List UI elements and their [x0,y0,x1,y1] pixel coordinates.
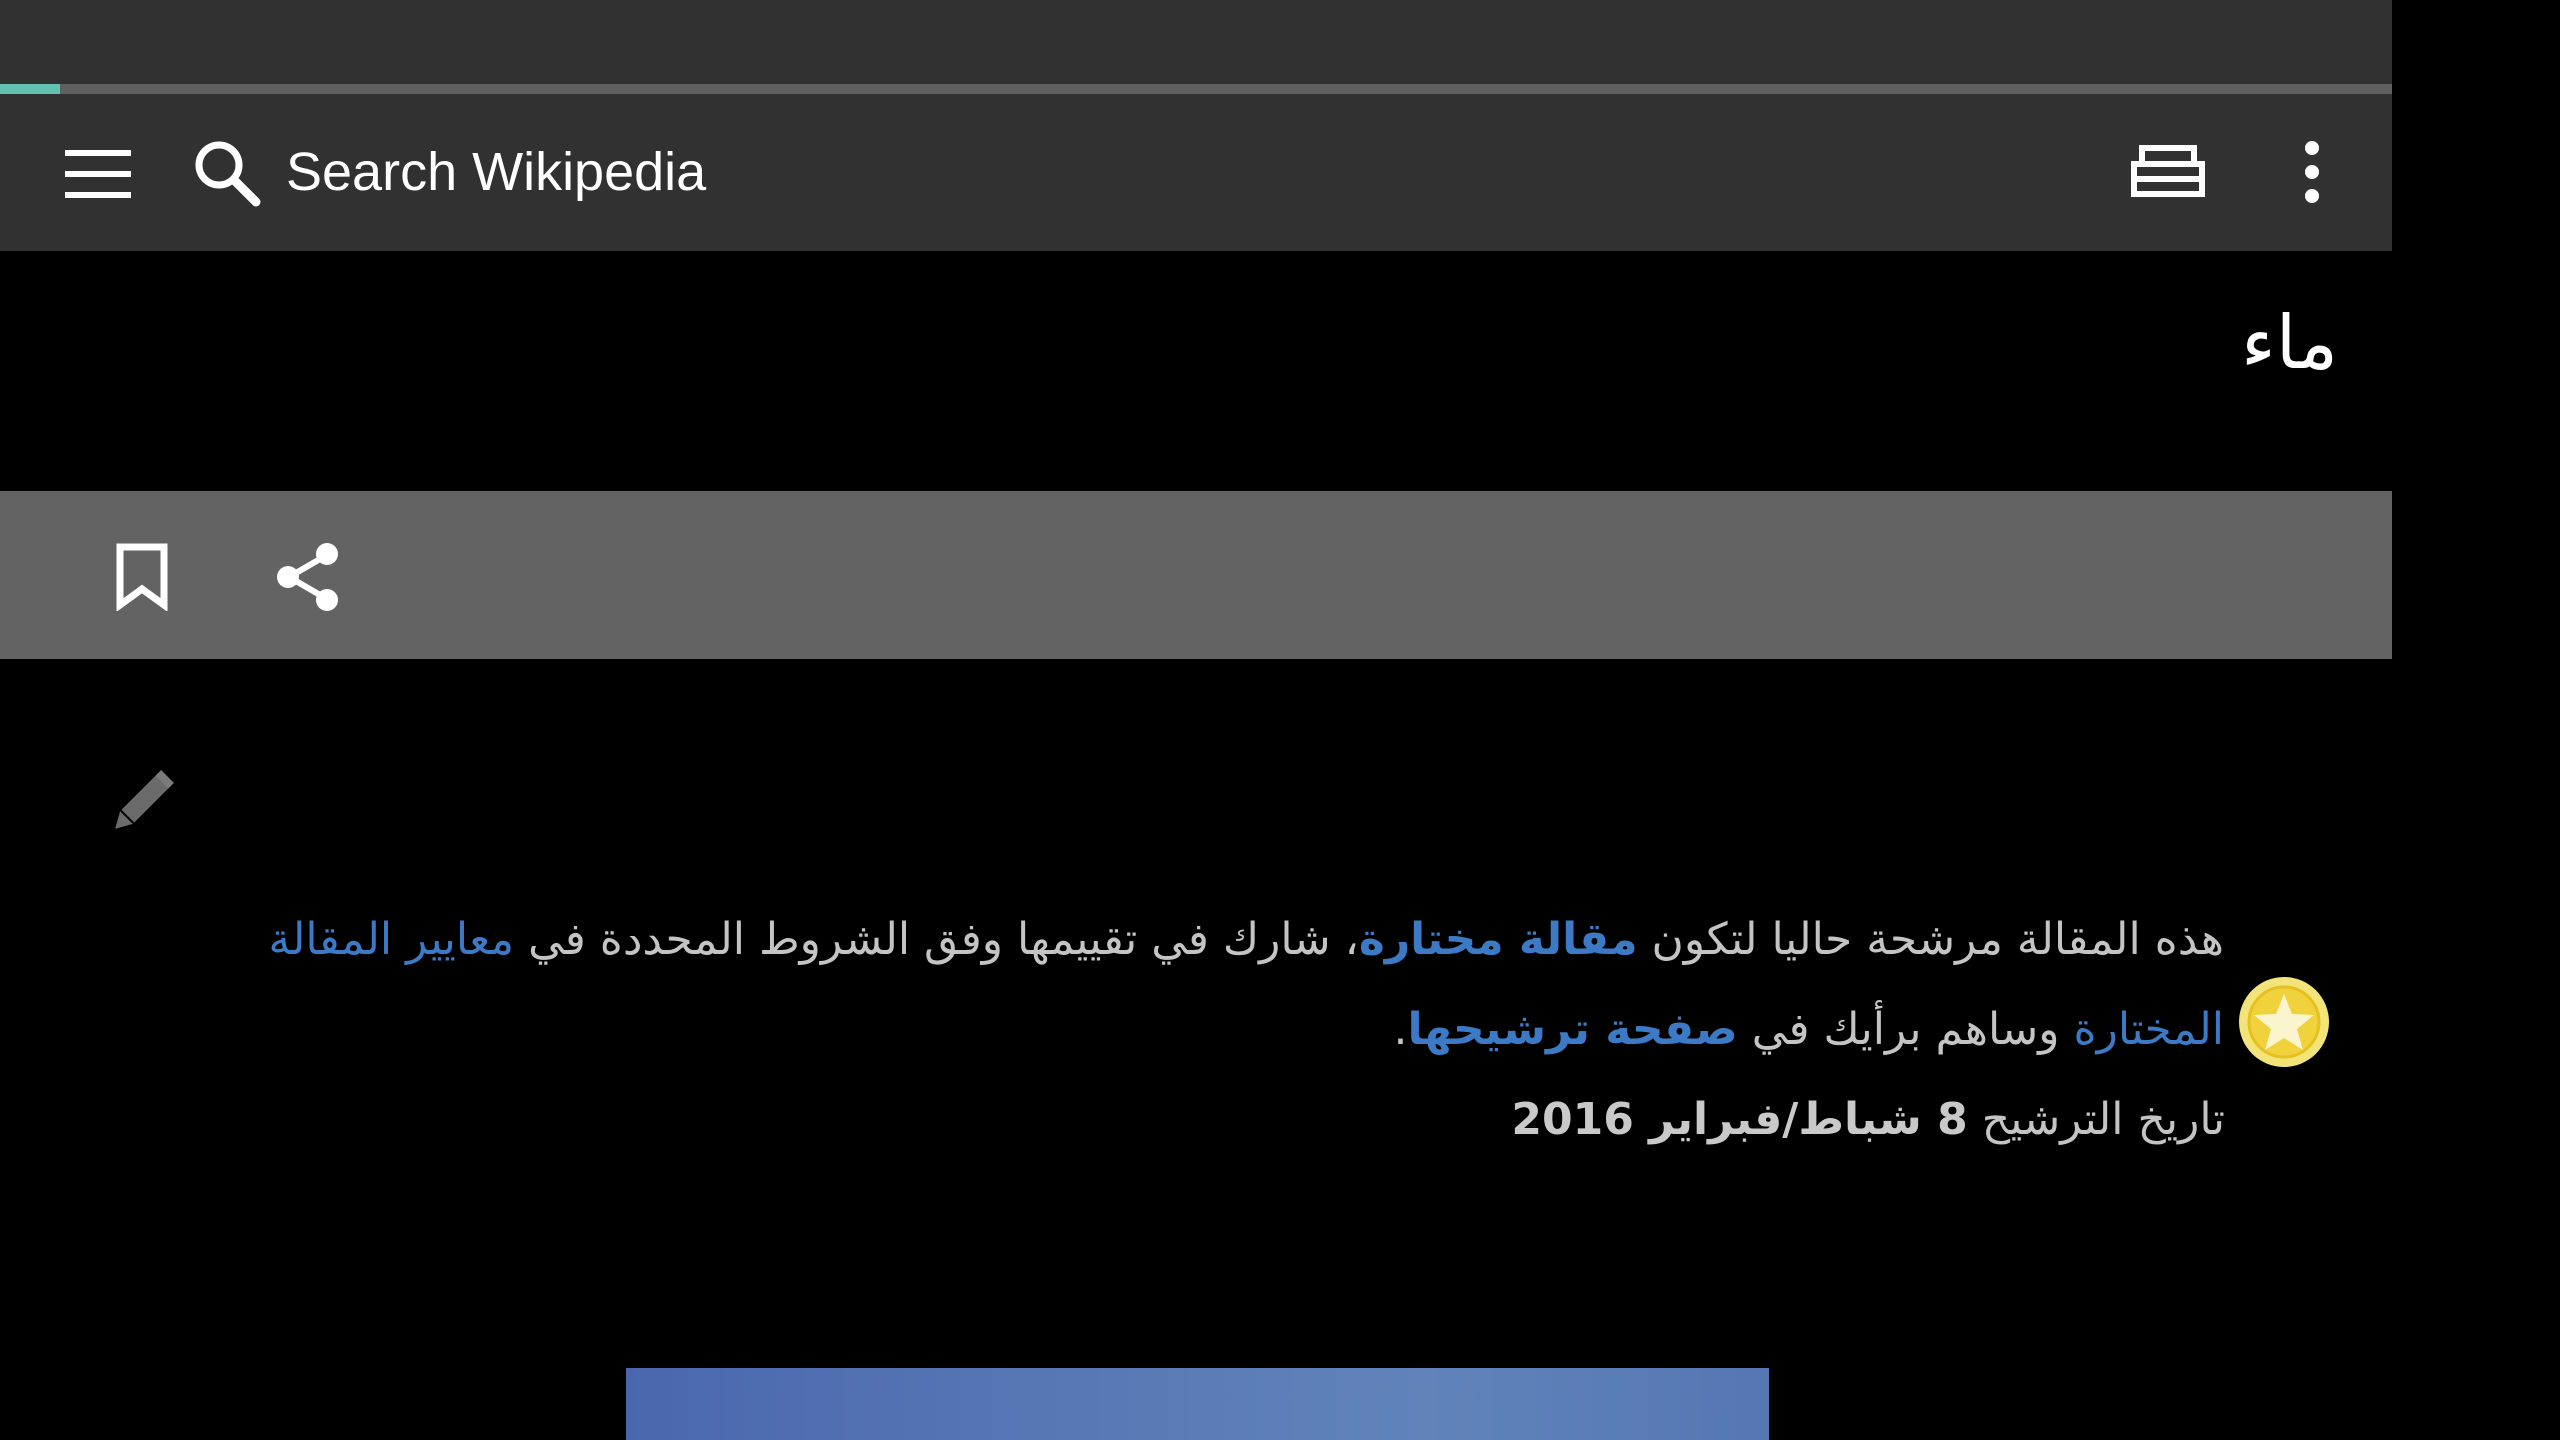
screen-edge [2392,0,2560,1440]
save-article-button[interactable] [92,527,192,627]
featured-article-link[interactable]: مقالة مختارة [1359,914,1638,965]
nomination-date: تاريخ الترشيح 8 شباط/فبراير 2016 [1511,1075,2225,1165]
share-icon [277,543,338,611]
top-toolbar: Search Wikipedia [0,94,2392,251]
navigation-menu-button[interactable] [48,134,148,214]
wikipedia-app: Search Wikipedia ماء هذه المقالة مرشحة ح… [0,0,2392,1440]
notice-text-4: . [1393,1004,1408,1055]
search-input[interactable]: Search Wikipedia [190,122,1190,222]
tabs-icon [2131,145,2205,197]
notice-text-3: وساهم برأيك في [1737,1004,2074,1055]
notice-text-1: هذه المقالة مرشحة حاليا لتكون [1637,914,2224,965]
more-vert-icon [2305,141,2319,203]
article-lead-image[interactable] [626,1368,1769,1440]
nomination-page-link[interactable]: صفحة ترشيحها [1407,1004,1737,1055]
tabs-button[interactable] [2118,122,2218,222]
page-load-progress-bar [0,84,2392,94]
featured-candidate-notice: هذه المقالة مرشحة حاليا لتكون مقالة مختا… [150,895,2224,1075]
status-bar [0,0,2392,84]
notice-text-2: ، شارك في تقييمها وفق الشروط المحددة في [514,914,1359,965]
article-action-bar [0,491,2392,659]
search-placeholder: Search Wikipedia [286,142,707,202]
article-title: ماء [2241,300,2338,386]
featured-star-icon [2239,977,2329,1067]
overflow-menu-button[interactable] [2262,122,2362,222]
pencil-icon [115,770,174,829]
share-article-button[interactable] [258,527,358,627]
page-load-progress-fill [0,84,60,94]
search-icon [195,141,261,207]
bookmark-icon [116,543,168,611]
hamburger-menu-icon [65,150,131,198]
edit-section-button[interactable] [94,754,190,850]
nomination-date-label: تاريخ الترشيح [1967,1094,2225,1145]
nomination-date-value: 8 شباط/فبراير 2016 [1511,1094,1968,1145]
